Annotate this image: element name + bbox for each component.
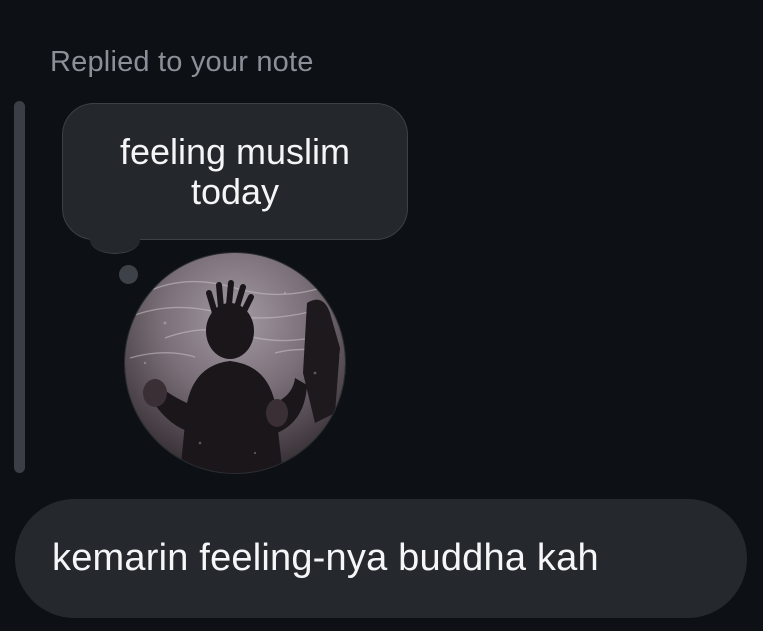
note-text: feeling muslim today xyxy=(119,130,351,212)
note-bubble[interactable]: feeling muslim today xyxy=(62,103,408,240)
quote-bar xyxy=(14,101,25,473)
thought-bubble-tail-large xyxy=(90,226,140,254)
replied-to-note-label: Replied to your note xyxy=(50,46,314,78)
profile-photo-icon xyxy=(125,253,345,473)
thought-bubble-tail-small xyxy=(119,265,138,284)
message-bubble[interactable]: kemarin feeling-nya buddha kah xyxy=(15,499,747,618)
avatar[interactable] xyxy=(124,252,346,474)
message-text: kemarin feeling-nya buddha kah xyxy=(52,537,599,579)
